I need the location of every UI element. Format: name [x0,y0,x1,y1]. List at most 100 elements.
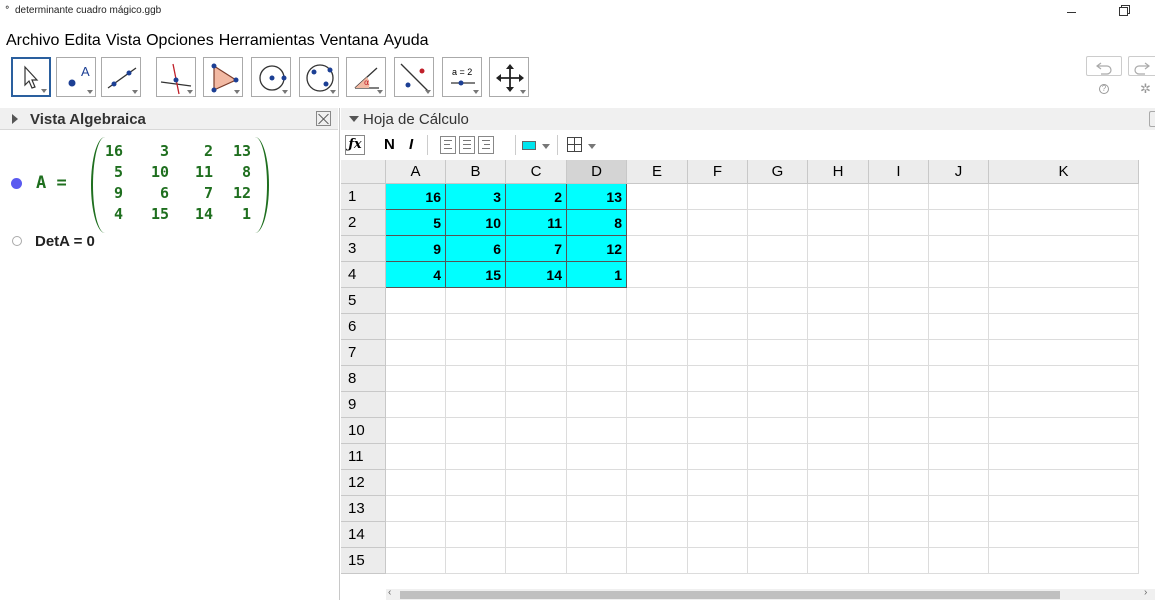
cell-f1[interactable] [688,184,748,210]
cell-g4[interactable] [748,262,808,288]
cell-b11[interactable] [446,444,506,470]
cell-e13[interactable] [627,496,688,522]
cell-e14[interactable] [627,522,688,548]
cell-a10[interactable] [386,418,446,444]
cell-g6[interactable] [748,314,808,340]
background-color-button[interactable] [522,141,536,150]
column-header-i[interactable]: I [869,160,929,184]
row-header-1[interactable]: 1 [341,184,386,210]
cell-f11[interactable] [688,444,748,470]
cell-h15[interactable] [808,548,869,574]
row-header-13[interactable]: 13 [341,496,386,522]
column-header-j[interactable]: J [929,160,989,184]
cell-j12[interactable] [929,470,989,496]
cell-k1[interactable] [989,184,1139,210]
determinant-value[interactable]: DetA = 0 [35,233,95,250]
cell-e6[interactable] [627,314,688,340]
cell-c2[interactable]: 11 [506,210,567,236]
move-view-tool-button[interactable] [489,57,529,97]
row-header-3[interactable]: 3 [341,236,386,262]
cell-h3[interactable] [808,236,869,262]
cell-i11[interactable] [869,444,929,470]
chevron-down-icon[interactable] [588,144,596,149]
cell-d15[interactable] [567,548,627,574]
cell-j11[interactable] [929,444,989,470]
cell-a2[interactable]: 5 [386,210,446,236]
cell-a5[interactable] [386,288,446,314]
row-header-2[interactable]: 2 [341,210,386,236]
polygon-tool-button[interactable] [203,57,243,97]
cell-i14[interactable] [869,522,929,548]
cell-g10[interactable] [748,418,808,444]
menu-vista[interactable]: Vista [101,30,141,52]
cell-g3[interactable] [748,236,808,262]
expand-arrow-icon[interactable] [12,114,18,124]
cell-c3[interactable]: 7 [506,236,567,262]
italic-button[interactable]: I [409,136,413,153]
cell-e8[interactable] [627,366,688,392]
cell-c6[interactable] [506,314,567,340]
cell-c1[interactable]: 2 [506,184,567,210]
cell-a4[interactable]: 4 [386,262,446,288]
row-header-11[interactable]: 11 [341,444,386,470]
bold-button[interactable]: N [384,136,395,153]
cell-j8[interactable] [929,366,989,392]
row-header-8[interactable]: 8 [341,366,386,392]
cell-c10[interactable] [506,418,567,444]
cell-k10[interactable] [989,418,1139,444]
restore-icon[interactable] [1117,3,1131,17]
cell-e11[interactable] [627,444,688,470]
scrollbar-thumb[interactable] [400,591,1060,599]
cell-i4[interactable] [869,262,929,288]
cell-f4[interactable] [688,262,748,288]
cell-i7[interactable] [869,340,929,366]
scroll-left-icon[interactable]: ‹ [388,587,391,598]
cell-c9[interactable] [506,392,567,418]
cell-b4[interactable]: 15 [446,262,506,288]
row-header-7[interactable]: 7 [341,340,386,366]
cell-b13[interactable] [446,496,506,522]
cell-j7[interactable] [929,340,989,366]
cell-f9[interactable] [688,392,748,418]
cell-g7[interactable] [748,340,808,366]
cell-e3[interactable] [627,236,688,262]
cell-i5[interactable] [869,288,929,314]
cell-j14[interactable] [929,522,989,548]
cell-b1[interactable]: 3 [446,184,506,210]
row-header-9[interactable]: 9 [341,392,386,418]
cell-f6[interactable] [688,314,748,340]
cell-g12[interactable] [748,470,808,496]
cell-a13[interactable] [386,496,446,522]
cell-g15[interactable] [748,548,808,574]
cell-j9[interactable] [929,392,989,418]
cell-a7[interactable] [386,340,446,366]
cell-h5[interactable] [808,288,869,314]
cell-h7[interactable] [808,340,869,366]
cell-b10[interactable] [446,418,506,444]
cell-e1[interactable] [627,184,688,210]
cell-e5[interactable] [627,288,688,314]
cell-g13[interactable] [748,496,808,522]
cell-d13[interactable] [567,496,627,522]
cell-k7[interactable] [989,340,1139,366]
cell-k6[interactable] [989,314,1139,340]
cell-b12[interactable] [446,470,506,496]
cell-b2[interactable]: 10 [446,210,506,236]
cell-c8[interactable] [506,366,567,392]
cell-f7[interactable] [688,340,748,366]
slider-tool-button[interactable]: a = 2 [442,57,482,97]
matrix-A[interactable]: 16 3 2 13 5 10 11 8 9 6 7 12 4 15 14 1 [91,137,269,233]
menu-ventana[interactable]: Ventana [315,30,379,52]
cell-e15[interactable] [627,548,688,574]
column-header-g[interactable]: G [748,160,808,184]
cell-d1[interactable]: 13 [567,184,627,210]
cell-j1[interactable] [929,184,989,210]
cell-g11[interactable] [748,444,808,470]
row-header-4[interactable]: 4 [341,262,386,288]
align-left-icon[interactable] [440,136,456,154]
cell-a9[interactable] [386,392,446,418]
row-header-6[interactable]: 6 [341,314,386,340]
close-icon[interactable] [316,111,331,126]
align-right-icon[interactable] [478,136,494,154]
cell-d9[interactable] [567,392,627,418]
